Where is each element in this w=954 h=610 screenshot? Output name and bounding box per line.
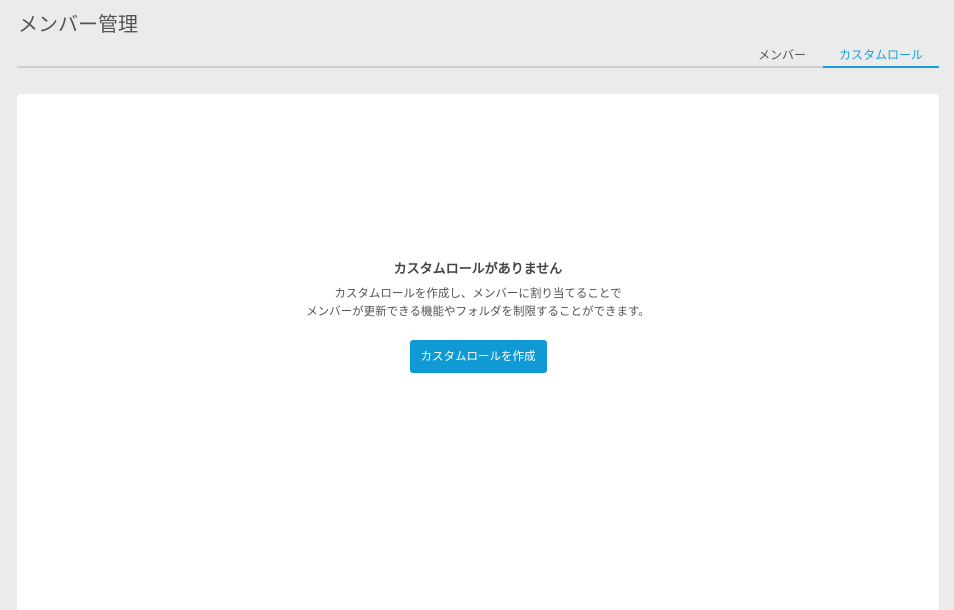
empty-state-title: カスタムロールがありません xyxy=(393,262,563,277)
tab-custom-role-label: カスタムロール xyxy=(838,48,923,62)
content-card: カスタムロールがありません カスタムロールを作成し、メンバーに割り当てることで … xyxy=(17,94,939,610)
tab-members[interactable]: メンバー xyxy=(741,44,823,66)
tab-bar: メンバー カスタムロール xyxy=(17,44,939,68)
tab-custom-role[interactable]: カスタムロール xyxy=(823,44,939,68)
empty-state-description-line-2: メンバーが更新できる機能やフォルダを制限することができます。 xyxy=(306,304,650,318)
empty-state: カスタムロールがありません カスタムロールを作成し、メンバーに割り当てることで … xyxy=(17,260,939,373)
page-title: メンバー管理 xyxy=(18,12,138,36)
active-tab-indicator xyxy=(823,66,939,68)
empty-state-description-line-1: カスタムロールを作成し、メンバーに割り当てることで xyxy=(334,286,622,300)
empty-state-description: カスタムロールを作成し、メンバーに割り当てることで メンバーが更新できる機能やフ… xyxy=(17,284,939,320)
member-management-page: メンバー管理 メンバー カスタムロール カスタムロールがありません カスタムロー… xyxy=(0,0,954,610)
create-custom-role-button[interactable]: カスタムロールを作成 xyxy=(409,340,547,373)
